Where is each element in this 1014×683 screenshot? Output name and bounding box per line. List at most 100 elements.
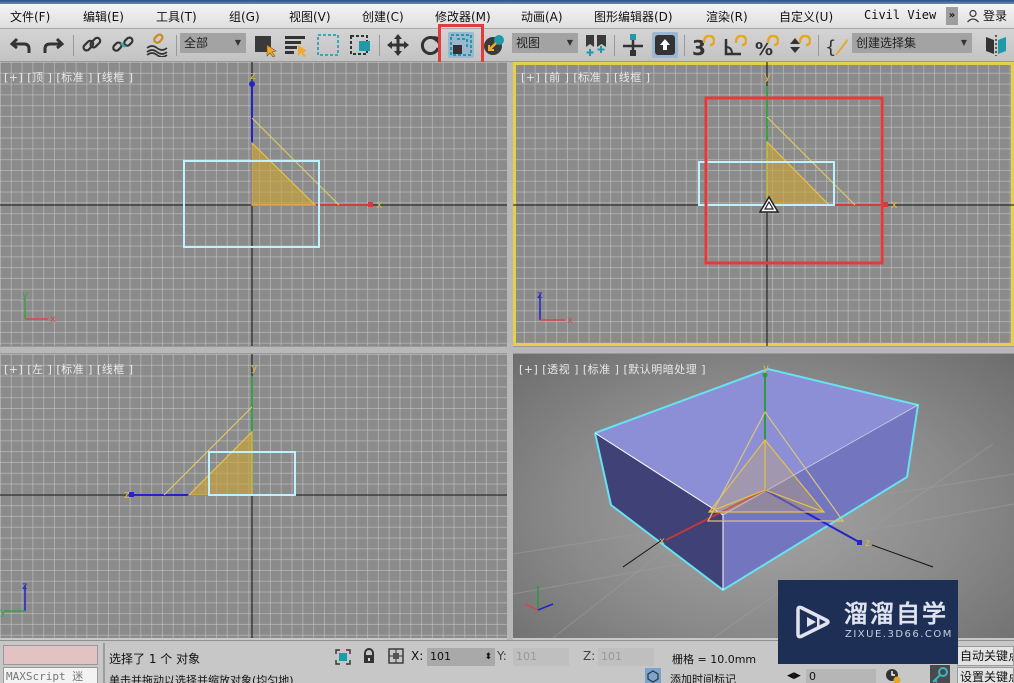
menu-overflow-button[interactable]: »: [946, 7, 958, 25]
svg-text:%: %: [755, 39, 773, 57]
toolbar-separator: [73, 35, 74, 56]
named-selection-dropdown[interactable]: 创建选择集 ▼: [852, 33, 972, 53]
grid-size-text: 栅格 = 10.0mm: [672, 653, 757, 666]
watermark-subtitle: ZIXUE.3D66.COM: [845, 629, 953, 640]
menu-rendering[interactable]: 渲染(R): [706, 8, 748, 25]
absolute-mode-icon[interactable]: [388, 648, 404, 664]
viewport-front-scene: y x z x: [513, 62, 1014, 346]
spinner-icon[interactable]: ⬍: [484, 648, 492, 666]
bind-space-warp-button[interactable]: [144, 32, 170, 58]
menu-file[interactable]: 文件(F): [10, 8, 50, 25]
watermark-title: 溜溜自学: [844, 600, 948, 628]
snap-toggle-button[interactable]: 3: [690, 32, 716, 58]
user-icon: [967, 9, 979, 22]
named-selection-value: 创建选择集: [856, 36, 917, 50]
chevron-down-icon: ▼: [234, 38, 241, 47]
status-separator: [103, 643, 105, 683]
tripod-label-a: z: [537, 290, 542, 301]
select-manipulate-button[interactable]: [620, 32, 646, 58]
window-crossing-button[interactable]: [348, 32, 374, 58]
menu-graph-editors[interactable]: 图形编辑器(D): [594, 8, 673, 25]
percent-snap-icon: %: [755, 34, 779, 57]
select-by-name-button[interactable]: [283, 32, 309, 58]
link-button[interactable]: [79, 32, 105, 58]
isolate-selection-icon[interactable]: [335, 649, 351, 665]
place-icon: [484, 35, 504, 55]
view-tripod: y x: [22, 290, 56, 325]
rect-selection-button[interactable]: [315, 32, 341, 58]
x-coord-value: 101: [430, 650, 451, 663]
percent-snap-button[interactable]: %: [754, 32, 780, 58]
axis-end-horizontal: [368, 202, 373, 207]
move-button[interactable]: [385, 32, 411, 58]
menu-animation[interactable]: 动画(A): [521, 8, 563, 25]
tripod-label-a: y: [22, 290, 28, 301]
viewport-left[interactable]: [+] [左 ] [标准 ] [线框 ] y z z y: [0, 354, 507, 638]
axis-label-horizontal: x: [891, 198, 898, 211]
axis-label-horizontal: z: [124, 488, 130, 501]
menu-create[interactable]: 创建(C): [362, 8, 404, 25]
keyboard-shortcut-override-button[interactable]: [652, 32, 678, 58]
redo-icon: [43, 37, 65, 53]
selection-filter-dropdown[interactable]: 全部 ▼: [180, 33, 246, 53]
use-pivot-icon: [586, 35, 606, 56]
tripod-label-b: x: [50, 314, 56, 325]
play-logo-icon: [796, 605, 830, 639]
toolbar-separator: [176, 35, 177, 56]
mirror-button[interactable]: [983, 32, 1009, 58]
place-button[interactable]: [481, 32, 507, 58]
chevron-down-icon: ▼: [960, 38, 967, 47]
tripod-label-b: x: [567, 315, 573, 326]
time-configuration-icon[interactable]: [885, 668, 901, 683]
select-object-button[interactable]: [252, 32, 278, 58]
redo-button[interactable]: [40, 32, 66, 58]
undo-button[interactable]: [8, 32, 34, 58]
unlink-button[interactable]: [110, 32, 136, 58]
toolbar-separator: [818, 35, 819, 56]
window-crossing-icon: [350, 35, 370, 55]
time-tag-icon[interactable]: [645, 668, 661, 683]
login-button[interactable]: 登录: [966, 7, 1007, 24]
menu-bar: 文件(F) 编辑(E) 工具(T) 组(G) 视图(V) 创建(C) 修改器(M…: [0, 4, 1014, 29]
add-time-tag-label[interactable]: 添加时间标记: [670, 671, 736, 683]
rect-selection-icon: [317, 34, 339, 56]
light-cone-shape: [187, 430, 253, 496]
lock-icon[interactable]: [361, 648, 377, 664]
set-key-icon[interactable]: [930, 665, 950, 683]
reference-coord-dropdown[interactable]: 视图 ▼: [512, 33, 578, 53]
frame-spinner-arrows-icon[interactable]: ◀▶: [787, 671, 801, 681]
view-tripod: z y: [0, 581, 27, 618]
use-pivot-button[interactable]: [583, 32, 609, 58]
main-toolbar: 全部 ▼ 视图 ▼ 3 % {创建选择集 ▼: [0, 24, 1014, 70]
axis-label-vertical: y: [251, 361, 258, 374]
grid-axis-z-ext: [871, 544, 934, 568]
y-coord-input[interactable]: 101: [513, 648, 569, 666]
set-key-button[interactable]: 设置关键点: [957, 667, 1014, 683]
light-cone-shape: [766, 140, 831, 206]
toolbar-separator: [684, 35, 685, 56]
menu-edit[interactable]: 编辑(E): [83, 8, 124, 25]
z-coord-input[interactable]: 101: [598, 648, 654, 666]
menu-modifiers[interactable]: 修改器(M): [435, 8, 491, 25]
prompt-line-text: 单击并拖动以选择并缩放对象(均匀地): [109, 674, 294, 683]
menu-customize[interactable]: 自定义(U): [779, 8, 833, 25]
menu-tools[interactable]: 工具(T): [156, 8, 197, 25]
viewport-front[interactable]: [+] [前 ] [标准 ] [线框 ] y x z x: [513, 62, 1014, 346]
angle-snap-button[interactable]: [722, 32, 748, 58]
axis-label-vertical: y: [764, 70, 771, 83]
menu-civil-view[interactable]: Civil View: [864, 8, 936, 22]
spinner-snap-button[interactable]: [786, 32, 812, 58]
auto-key-button[interactable]: 自动关键点: [957, 646, 1014, 666]
chevron-down-icon: ▼: [566, 38, 573, 47]
spinner-snap-icon: [790, 34, 811, 53]
menu-group[interactable]: 组(G): [229, 8, 260, 25]
edit-named-selection-button[interactable]: {: [824, 32, 850, 58]
viewport-top[interactable]: [+] [顶 ] [标准 ] [线框 ] z x y x: [0, 62, 507, 346]
maxscript-mini-listener[interactable]: MAXScript 迷: [3, 667, 98, 683]
maxscript-listener-output[interactable]: [3, 645, 98, 665]
axis-label-y: y: [763, 363, 769, 374]
menu-views[interactable]: 视图(V): [289, 8, 331, 25]
current-frame-input[interactable]: 0: [806, 669, 876, 683]
edit-named-selection-icon: {: [825, 37, 848, 57]
x-coord-input[interactable]: 101 ⬍: [427, 648, 495, 666]
